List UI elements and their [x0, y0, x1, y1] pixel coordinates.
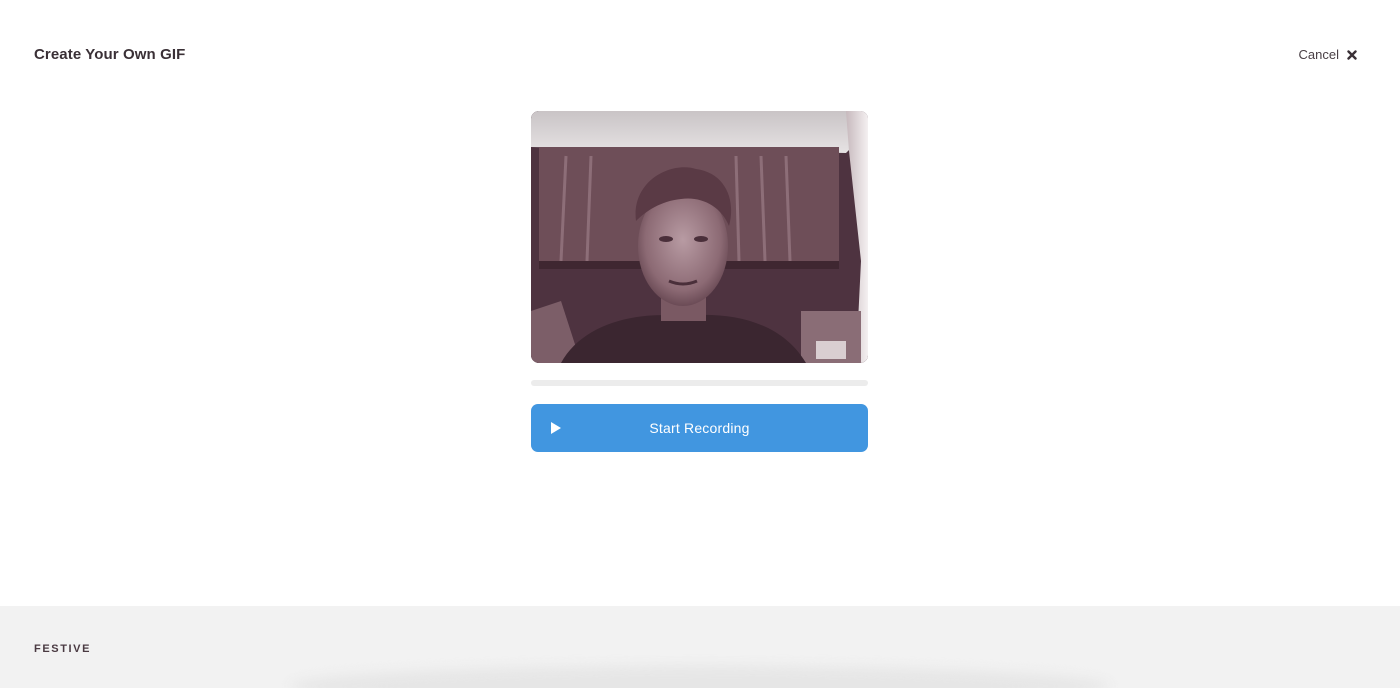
webcam-feed	[531, 111, 868, 363]
footer-shadow	[290, 666, 1110, 688]
recording-progress-bar	[531, 380, 868, 386]
gif-creator-page: Create Your Own GIF Cancel Start Recordi…	[0, 0, 1400, 688]
cancel-label: Cancel	[1298, 47, 1339, 62]
festive-logo[interactable]: FESTIVE	[34, 643, 91, 655]
start-recording-label: Start Recording	[649, 420, 750, 436]
webcam-preview	[531, 111, 868, 363]
page-title: Create Your Own GIF	[34, 46, 186, 63]
play-icon	[551, 422, 561, 434]
start-recording-button[interactable]: Start Recording	[531, 404, 868, 452]
footer: FESTIVE	[0, 606, 1400, 688]
close-icon	[1347, 49, 1357, 60]
logo-text: FESTIVE	[34, 643, 92, 655]
cancel-button[interactable]: Cancel	[1299, 47, 1357, 62]
